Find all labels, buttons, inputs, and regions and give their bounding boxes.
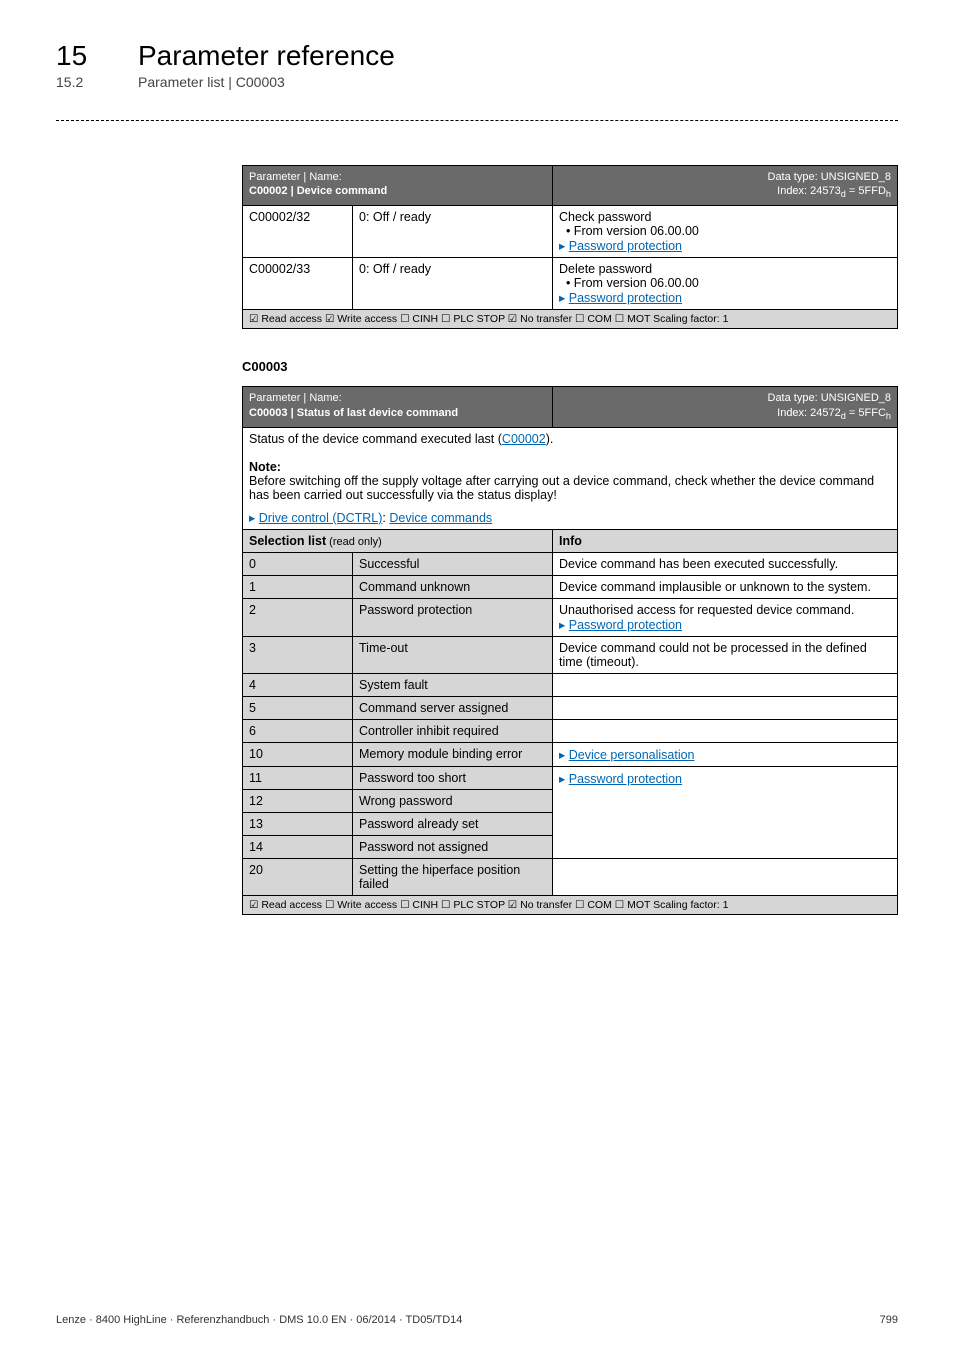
link-device-commands[interactable]: Device commands <box>389 511 492 525</box>
chapter-number: 15 <box>56 40 110 72</box>
parameter-table-c00003: Parameter | Name: C00003 | Status of las… <box>242 386 898 914</box>
column-header-info: Info <box>553 529 898 552</box>
table-header-left: Parameter | Name: C00002 | Device comman… <box>243 166 553 206</box>
table-row: 20 Setting the hiperface position failed <box>243 858 898 895</box>
table-header-right: Data type: UNSIGNED_8 Index: 24573d = 5F… <box>553 166 898 206</box>
table-row: 2 Password protection Unauthorised acces… <box>243 598 898 636</box>
column-header-selection: Selection list (read only) <box>243 529 553 552</box>
link-c00002[interactable]: C00002 <box>502 432 546 446</box>
link-password-protection[interactable]: Password protection <box>569 291 682 305</box>
link-password-protection[interactable]: Password protection <box>569 618 682 632</box>
parameter-heading-c00003: C00003 <box>242 359 898 374</box>
access-footer: ☑ Read access ☐ Write access ☐ CINH ☐ PL… <box>243 895 898 914</box>
table-row: 4 System fault <box>243 673 898 696</box>
cell-value: 0: Off / ready <box>353 206 553 258</box>
divider <box>56 120 898 121</box>
parameter-table-c00002: Parameter | Name: C00002 | Device comman… <box>242 165 898 329</box>
table-row: 5 Command server assigned <box>243 696 898 719</box>
cell-description: Delete password • From version 06.00.00 … <box>553 258 898 310</box>
cell-description: Check password • From version 06.00.00 ▸… <box>553 206 898 258</box>
footer-left: Lenze · 8400 HighLine · Referenzhandbuch… <box>56 1314 462 1326</box>
note-block: Status of the device command executed la… <box>243 427 898 506</box>
cell-code: C00002/33 <box>243 258 353 310</box>
cell-code: C00002/32 <box>243 206 353 258</box>
link-password-protection[interactable]: Password protection <box>569 239 682 253</box>
table-row: C00002/33 0: Off / ready Delete password… <box>243 258 898 310</box>
chapter-title: Parameter reference <box>138 40 395 72</box>
table-row: C00002/32 0: Off / ready Check password … <box>243 206 898 258</box>
table-row: 0 Successful Device command has been exe… <box>243 552 898 575</box>
link-drive-control[interactable]: Drive control (DCTRL) <box>259 511 383 525</box>
access-footer: ☑ Read access ☑ Write access ☐ CINH ☐ PL… <box>243 310 898 329</box>
table-header-right: Data type: UNSIGNED_8 Index: 24572d = 5F… <box>553 387 898 427</box>
table-row: 11 Password too short ▸ Password protect… <box>243 766 898 789</box>
page-number: 799 <box>880 1314 898 1326</box>
table-row: 3 Time-out Device command could not be p… <box>243 636 898 673</box>
link-device-personalisation[interactable]: Device personalisation <box>569 748 695 762</box>
table-header-left: Parameter | Name: C00003 | Status of las… <box>243 387 553 427</box>
note-links: ▸ Drive control (DCTRL): Device commands <box>243 506 898 530</box>
table-row: 6 Controller inhibit required <box>243 719 898 742</box>
section-title: Parameter list | C00003 <box>138 74 285 90</box>
link-password-protection[interactable]: Password protection <box>569 772 682 786</box>
cell-value: 0: Off / ready <box>353 258 553 310</box>
table-row: 10 Memory module binding error ▸ Device … <box>243 742 898 766</box>
table-row: 1 Command unknown Device command implaus… <box>243 575 898 598</box>
section-number: 15.2 <box>56 74 110 90</box>
